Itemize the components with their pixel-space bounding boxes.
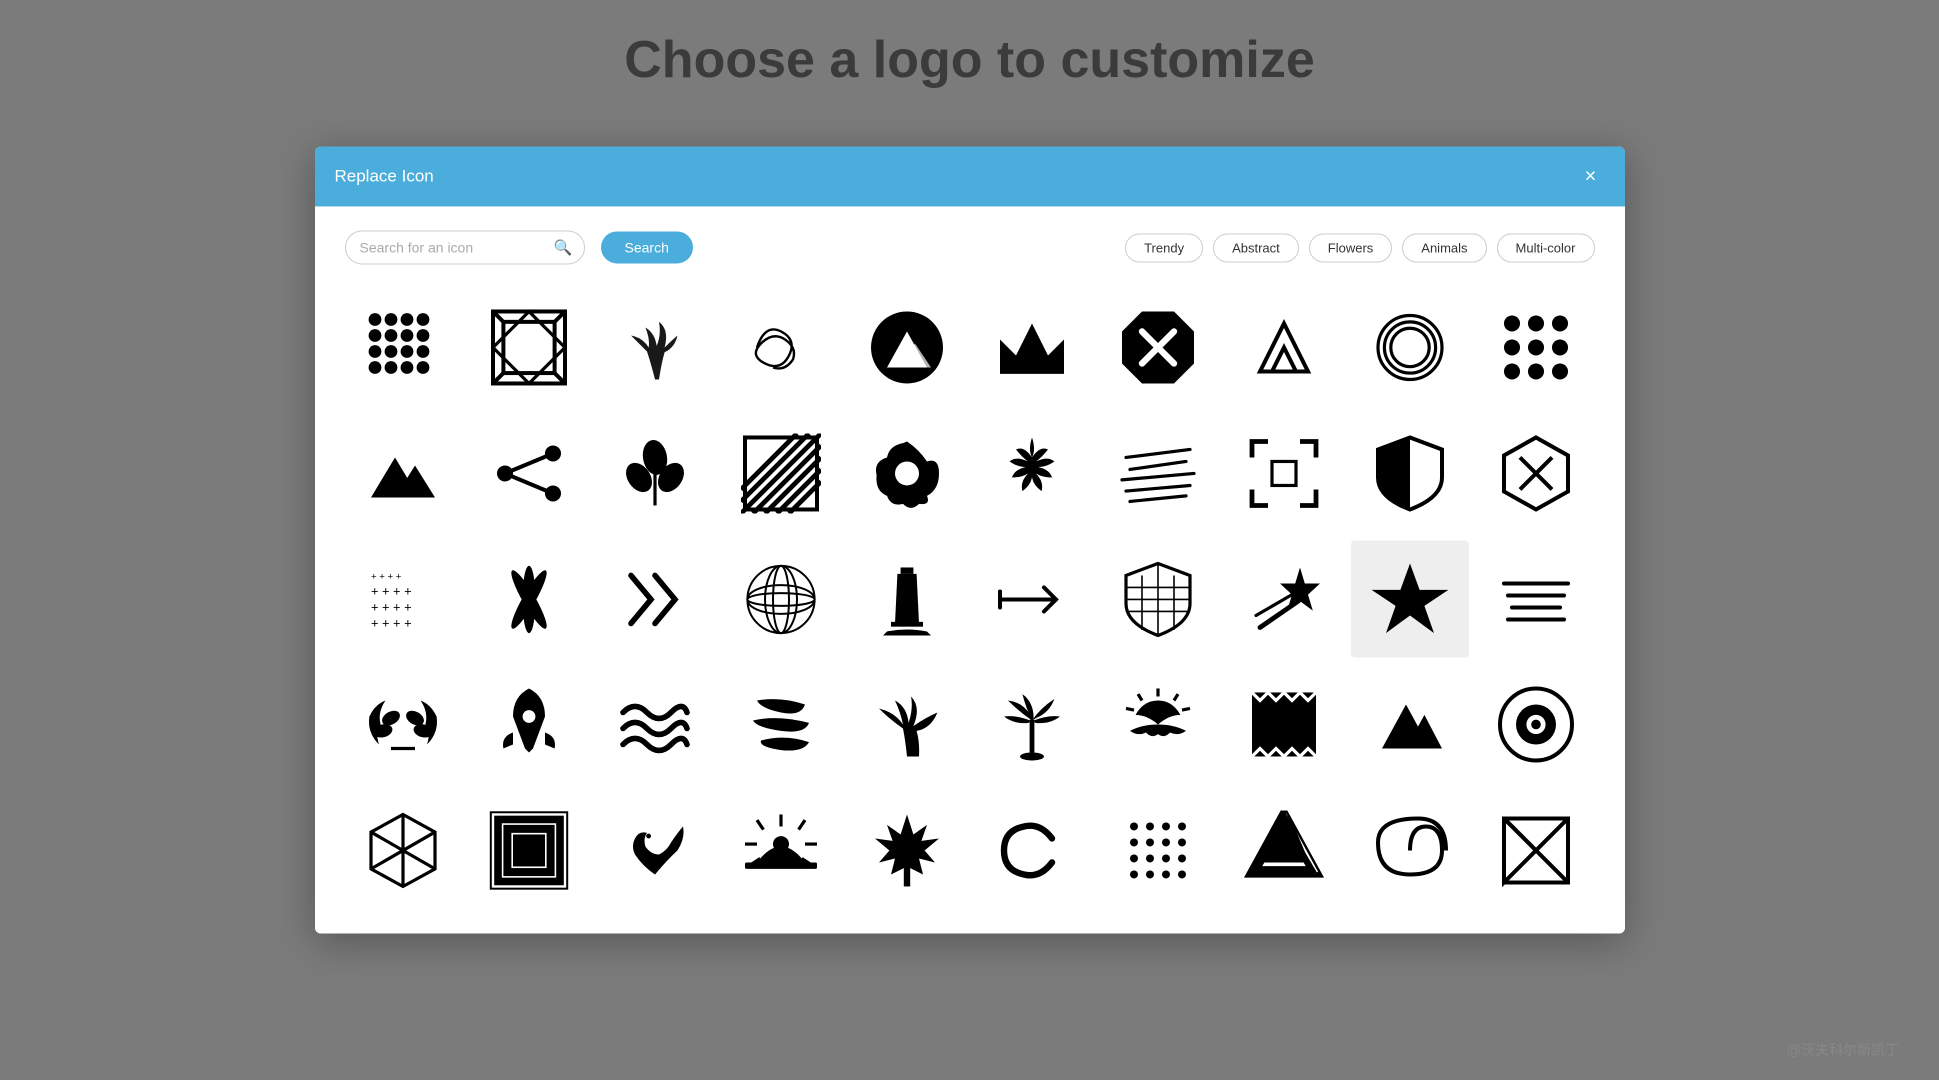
icon-maple-leaf[interactable] <box>848 792 966 910</box>
icon-connected-dots[interactable] <box>470 414 588 532</box>
search-row: 🔍 Search Trendy Abstract Flowers Animals… <box>345 230 1595 264</box>
filter-abstract[interactable]: Abstract <box>1213 233 1299 262</box>
icon-fabric-square[interactable] <box>1225 666 1343 784</box>
filter-flowers[interactable]: Flowers <box>1309 233 1393 262</box>
icon-eye-circle[interactable] <box>1477 666 1595 784</box>
icon-botanical-branch[interactable] <box>596 288 714 406</box>
icon-hexagon-wireframe[interactable] <box>345 792 463 910</box>
icon-waves[interactable] <box>596 666 714 784</box>
icon-scribble-strokes[interactable] <box>1099 414 1217 532</box>
icon-impossible-triangle[interactable] <box>1225 792 1343 910</box>
close-button[interactable]: × <box>1577 162 1605 190</box>
svg-text:+ + + +: + + + + <box>371 599 412 614</box>
icon-laurel-wreath[interactable] <box>345 666 463 784</box>
icon-horizontal-lines[interactable] <box>1477 540 1595 658</box>
icon-x-octagon[interactable] <box>1099 288 1217 406</box>
icon-brush-strokes[interactable] <box>722 666 840 784</box>
icon-dot-grid[interactable] <box>1099 792 1217 910</box>
icons-grid: + + + + + + + + + + + + + + + + <box>345 288 1595 909</box>
icon-sphere-mesh[interactable] <box>722 540 840 658</box>
icon-focus-frame[interactable] <box>1225 414 1343 532</box>
search-input-wrap: 🔍 <box>345 230 585 264</box>
icon-star-selected[interactable] <box>1351 540 1469 658</box>
icon-leaf-branch[interactable] <box>596 414 714 532</box>
icon-double-chevron[interactable] <box>596 540 714 658</box>
svg-text:+ + + +: + + + + <box>371 583 412 598</box>
icon-botanical-wreath[interactable] <box>974 414 1092 532</box>
icon-sunrise-sea[interactable] <box>1099 666 1217 784</box>
replace-icon-modal: Replace Icon × 🔍 Search Trendy Abstract … <box>315 146 1625 933</box>
filter-multicolor[interactable]: Multi-color <box>1497 233 1595 262</box>
icon-shield-half[interactable] <box>1351 414 1469 532</box>
search-icon: 🔍 <box>554 238 573 256</box>
icon-rocket[interactable] <box>470 666 588 784</box>
svg-text:+ + + +: + + + + <box>371 571 402 582</box>
icon-shooting-star[interactable] <box>1225 540 1343 658</box>
modal-title: Replace Icon <box>335 166 434 186</box>
icon-arrow-right[interactable] <box>974 540 1092 658</box>
filter-trendy[interactable]: Trendy <box>1125 233 1203 262</box>
icon-hexagon-x[interactable] <box>1477 414 1595 532</box>
svg-text:+ + + +: + + + + <box>371 615 412 630</box>
icon-mountain-circle[interactable] <box>848 288 966 406</box>
icon-shield-mesh[interactable] <box>1099 540 1217 658</box>
icon-folded-corner[interactable] <box>1477 792 1595 910</box>
icon-mountain-range[interactable] <box>345 414 463 532</box>
icon-sunrise[interactable] <box>722 792 840 910</box>
icon-mountain-peaks[interactable] <box>1351 666 1469 784</box>
icon-nested-squares-2[interactable] <box>470 792 588 910</box>
filter-animals[interactable]: Animals <box>1402 233 1486 262</box>
modal-body: 🔍 Search Trendy Abstract Flowers Animals… <box>315 206 1625 933</box>
icon-palm-leaf[interactable] <box>848 666 966 784</box>
filter-tags: Trendy Abstract Flowers Animals Multi-co… <box>1125 233 1594 262</box>
search-button[interactable]: Search <box>601 231 693 263</box>
icon-lighthouse[interactable] <box>848 540 966 658</box>
icon-spiral[interactable] <box>1351 792 1469 910</box>
icon-nested-squares[interactable] <box>470 288 588 406</box>
icon-bird[interactable] <box>596 792 714 910</box>
icon-cross-pattern[interactable]: + + + + + + + + + + + + + + + + <box>345 540 463 658</box>
icon-nine-dots[interactable] <box>1477 288 1595 406</box>
icon-double-triangle[interactable] <box>1225 288 1343 406</box>
icon-crown[interactable] <box>974 288 1092 406</box>
icon-dots-pattern[interactable] <box>345 288 463 406</box>
watermark: @沃夫科尔斯凯丁 <box>1787 1040 1899 1060</box>
modal-header: Replace Icon × <box>315 146 1625 206</box>
icon-palm-tree[interactable] <box>974 666 1092 784</box>
icon-scribble[interactable] <box>722 288 840 406</box>
icon-c-logo[interactable] <box>974 792 1092 910</box>
icon-snowflake[interactable] <box>470 540 588 658</box>
icon-circle-seal[interactable] <box>1351 288 1469 406</box>
icon-floral-blob[interactable] <box>848 414 966 532</box>
search-input[interactable] <box>345 230 585 264</box>
icon-diagonal-lines[interactable] <box>722 414 840 532</box>
